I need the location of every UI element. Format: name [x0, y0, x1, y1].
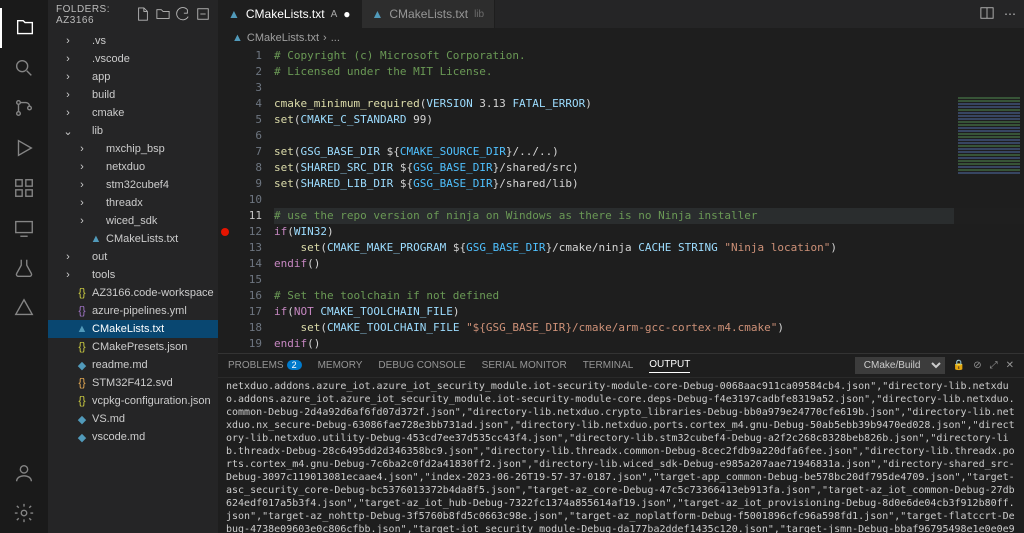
more-icon[interactable]: ⋯ [1004, 7, 1016, 21]
file-item[interactable]: {}CMakePresets.json [48, 338, 218, 356]
clear-icon[interactable]: ⊘ [973, 360, 981, 371]
split-icon[interactable] [980, 6, 994, 23]
editor-tab[interactable]: ▲CMakeLists.txtlib [362, 0, 496, 28]
remote-icon[interactable] [0, 208, 48, 248]
folder-item[interactable]: ›out [48, 248, 218, 266]
tab-output[interactable]: OUTPUT [649, 359, 690, 373]
source-control-icon[interactable] [0, 88, 48, 128]
sidebar-title: FOLDERS: AZ3166 [56, 4, 136, 26]
sidebar-header: FOLDERS: AZ3166 [48, 0, 218, 30]
refresh-icon[interactable] [176, 7, 190, 24]
file-item[interactable]: ▲CMakeLists.txt [48, 320, 218, 338]
explorer-icon[interactable] [0, 8, 48, 48]
account-icon[interactable] [0, 453, 48, 493]
tab-bar: ▲CMakeLists.txtA●▲CMakeLists.txtlib ⋯ [218, 0, 1024, 28]
breadcrumb-file: CMakeLists.txt [247, 32, 319, 44]
breadcrumb[interactable]: ▲ CMakeLists.txt › ... [218, 28, 1024, 48]
tab-problems[interactable]: PROBLEMS2 [228, 360, 302, 371]
file-item[interactable]: {}STM32F412.svd [48, 374, 218, 392]
file-item[interactable]: {}vcpkg-configuration.json [48, 392, 218, 410]
folder-item[interactable]: ›app [48, 68, 218, 86]
file-tree: ›.vs›.vscode›app›build›cmake⌄lib›mxchip_… [48, 30, 218, 533]
folder-item[interactable]: ›.vscode [48, 50, 218, 68]
folder-item[interactable]: ›threadx [48, 194, 218, 212]
file-item[interactable]: ◆readme.md [48, 356, 218, 374]
sidebar: FOLDERS: AZ3166 ›.vs›.vscode›app›build›c… [48, 0, 218, 533]
folder-item[interactable]: ›.vs [48, 32, 218, 50]
search-icon[interactable] [0, 48, 48, 88]
output-body[interactable]: netxduo.addons.azure_iot.azure_iot_secur… [218, 378, 1024, 533]
run-debug-icon[interactable] [0, 128, 48, 168]
panel-close-icon[interactable]: ✕ [1006, 360, 1014, 371]
output-channel-select[interactable]: CMake/Build [855, 357, 945, 374]
folder-item[interactable]: ›tools [48, 266, 218, 284]
folder-item[interactable]: ⌄lib [48, 122, 218, 140]
tab-serial-monitor[interactable]: SERIAL MONITOR [482, 360, 567, 371]
tab-debug-console[interactable]: DEBUG CONSOLE [378, 360, 465, 371]
panel-tabs: PROBLEMS2 MEMORY DEBUG CONSOLE SERIAL MO… [218, 354, 1024, 378]
editor-group: ▲CMakeLists.txtA●▲CMakeLists.txtlib ⋯ ▲ … [218, 0, 1024, 533]
editor-tab[interactable]: ▲CMakeLists.txtA● [218, 0, 362, 28]
new-file-icon[interactable] [136, 7, 150, 24]
settings-icon[interactable] [0, 493, 48, 533]
folder-item[interactable]: ›netxduo [48, 158, 218, 176]
testing-icon[interactable] [0, 248, 48, 288]
extensions-icon[interactable] [0, 168, 48, 208]
file-item[interactable]: ▲CMakeLists.txt [48, 230, 218, 248]
folder-item[interactable]: ›stm32cubef4 [48, 176, 218, 194]
file-item[interactable]: ◆VS.md [48, 410, 218, 428]
folder-item[interactable]: ›build [48, 86, 218, 104]
activity-bar [0, 0, 48, 533]
folder-item[interactable]: ›wiced_sdk [48, 212, 218, 230]
tab-memory[interactable]: MEMORY [318, 360, 363, 371]
file-item[interactable]: {}AZ3166.code-workspace [48, 284, 218, 302]
code-editor[interactable]: 1234567891011121314151617181920212223242… [218, 48, 1024, 353]
new-folder-icon[interactable] [156, 7, 170, 24]
tab-terminal[interactable]: TERMINAL [583, 360, 634, 371]
bottom-panel: PROBLEMS2 MEMORY DEBUG CONSOLE SERIAL MO… [218, 353, 1024, 533]
panel-maximize-icon[interactable]: ⤢ [990, 360, 998, 371]
lock-icon[interactable]: 🔒 [953, 360, 965, 371]
collapse-icon[interactable] [196, 7, 210, 24]
file-item[interactable]: {}azure-pipelines.yml [48, 302, 218, 320]
file-item[interactable]: ◆vscode.md [48, 428, 218, 446]
folder-item[interactable]: ›mxchip_bsp [48, 140, 218, 158]
folder-item[interactable]: ›cmake [48, 104, 218, 122]
cmake-icon[interactable] [0, 288, 48, 328]
